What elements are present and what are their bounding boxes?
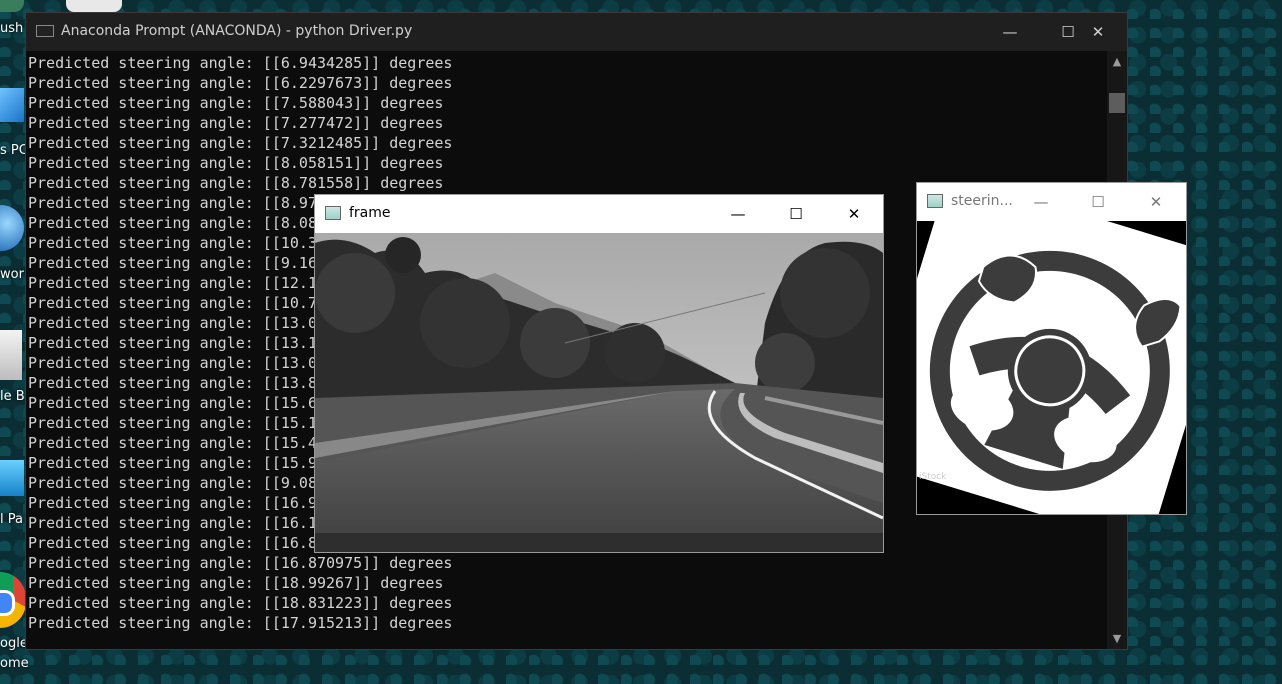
console-line: Predicted steering angle: [[7.3212485]] … <box>28 134 453 152</box>
scroll-up-arrow-icon[interactable]: ▲ <box>1107 55 1127 68</box>
console-line: Predicted steering angle: [[17.915213]] … <box>28 614 453 632</box>
steering-maximize-button[interactable]: ☐ <box>1069 183 1127 221</box>
network-icon[interactable] <box>0 205 24 251</box>
frame-window[interactable]: frame — ☐ ✕ <box>314 194 884 553</box>
console-line: Predicted steering angle: [[7.588043]] d… <box>28 94 444 112</box>
steering-close-button[interactable]: ✕ <box>1127 183 1185 221</box>
console-title: Anaconda Prompt (ANACONDA) - python Driv… <box>61 23 413 39</box>
steering-titlebar[interactable]: steerin... — ☐ ✕ <box>917 183 1186 221</box>
frame-maximize-button[interactable]: ☐ <box>767 195 825 233</box>
steering-window-icon <box>927 194 943 208</box>
console-line: Predicted steering angle: [[18.99267]] d… <box>28 574 444 592</box>
scroll-down-arrow-icon[interactable]: ▼ <box>1107 632 1127 645</box>
control-panel-icon[interactable] <box>0 460 24 496</box>
console-line: Predicted steering angle: [[8.058151]] d… <box>28 154 444 172</box>
steering-wheel-image: iStock <box>917 221 1186 514</box>
desktop-label-this-pc[interactable]: s PC <box>0 143 28 158</box>
this-pc-icon[interactable] <box>0 88 24 122</box>
recycle-bin-icon[interactable] <box>0 330 22 380</box>
toggle-icon <box>66 0 122 12</box>
console-minimize-button[interactable]: — <box>981 13 1039 51</box>
steering-minimize-button[interactable]: — <box>1012 183 1070 221</box>
steering-watermark: iStock <box>919 472 947 482</box>
steering-title: steerin... <box>951 193 1013 209</box>
console-app-icon <box>36 25 54 37</box>
frame-titlebar[interactable]: frame — ☐ ✕ <box>315 195 883 233</box>
steering-window[interactable]: steerin... — ☐ ✕ iStock <box>916 182 1187 515</box>
frame-title: frame <box>349 205 391 221</box>
console-line: Predicted steering angle: [[7.277472]] d… <box>28 114 444 132</box>
console-line: Predicted steering angle: [[6.9434285]] … <box>28 54 453 72</box>
console-line: Predicted steering angle: [[16.870975]] … <box>28 554 453 572</box>
frame-window-icon <box>325 206 341 220</box>
scrollbar-thumb[interactable] <box>1109 93 1125 113</box>
console-line: Predicted steering angle: [[18.831223]] … <box>28 594 453 612</box>
frame-close-button[interactable]: ✕ <box>825 195 883 233</box>
desktop-label-recycle-bin[interactable]: le B <box>0 389 25 404</box>
desktop-icon-user[interactable] <box>0 0 24 12</box>
desktop-label-chrome-1[interactable]: ogle <box>0 636 28 651</box>
road-camera-image <box>315 233 883 552</box>
chrome-icon-center <box>0 590 15 616</box>
frame-minimize-button[interactable]: — <box>709 195 767 233</box>
desktop-label-control-panel[interactable]: l Pa <box>0 512 23 527</box>
console-titlebar[interactable]: Anaconda Prompt (ANACONDA) - python Driv… <box>26 13 1127 51</box>
desktop-label-user[interactable]: ush <box>0 21 23 36</box>
desktop-label-chrome-2[interactable]: ome <box>0 656 29 671</box>
console-line: Predicted steering angle: [[6.2297673]] … <box>28 74 453 92</box>
console-close-button[interactable]: ✕ <box>1069 13 1127 51</box>
